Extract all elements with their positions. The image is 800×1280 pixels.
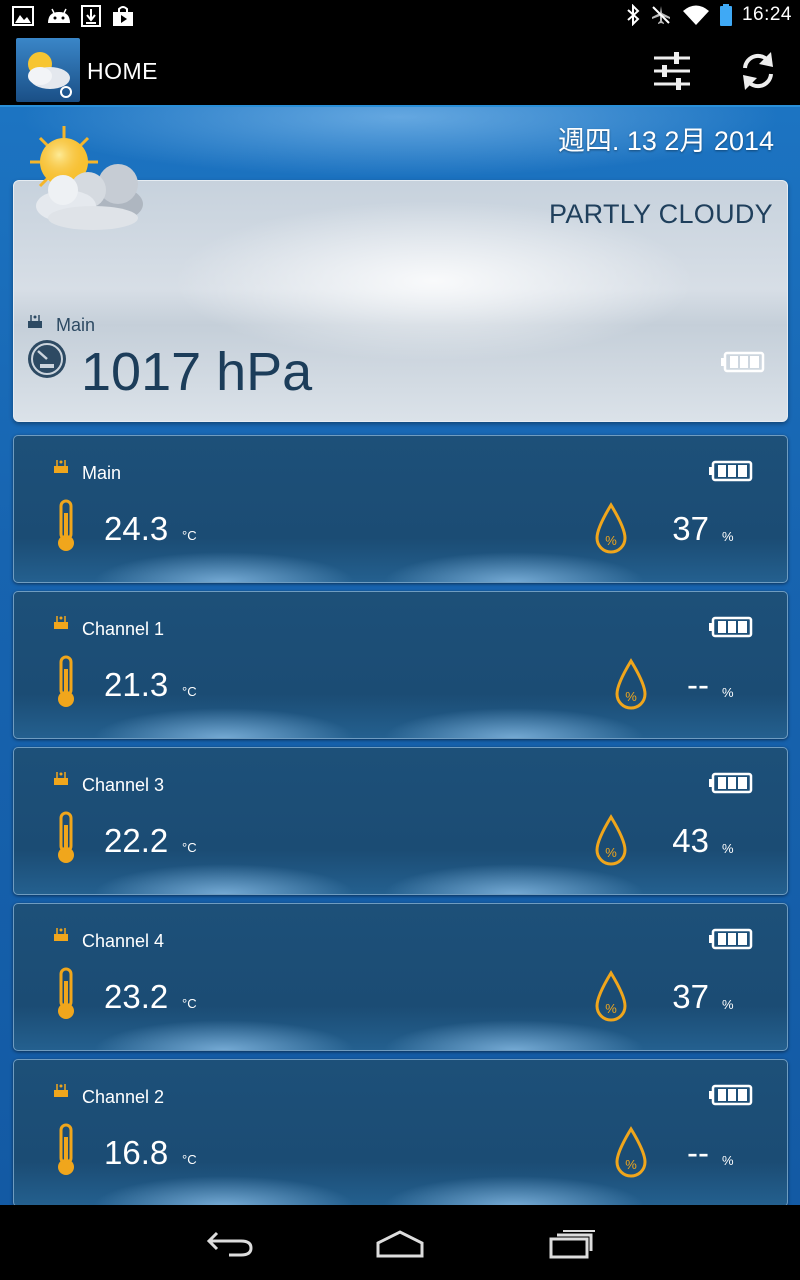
partly-cloudy-icon: [18, 122, 148, 242]
temperature-value: 23.2: [104, 978, 169, 1015]
svg-text:%: %: [605, 533, 617, 548]
humidity-unit: %: [722, 685, 734, 700]
battery-icon: [719, 4, 732, 26]
sensor-label: Channel 3: [82, 775, 165, 795]
battery-level-icon: [709, 928, 753, 950]
battery-level-icon: [721, 351, 765, 373]
status-bar: 16:24: [0, 0, 800, 33]
app-title: HOME: [87, 58, 158, 84]
humidity-drop-icon: %: [595, 502, 627, 554]
airplane-off-icon: [651, 6, 670, 24]
station-icon: [28, 315, 42, 328]
wifi-icon: [682, 5, 709, 25]
sensor-card[interactable]: Channel 1 21.3 °C% --%: [13, 591, 788, 739]
status-time: 16:24: [741, 4, 792, 25]
navigation-bar: [0, 1205, 800, 1280]
humidity-unit: %: [722, 1153, 734, 1168]
thermometer-icon: [58, 1123, 74, 1175]
battery-level-icon: [709, 772, 753, 794]
humidity-unit: %: [722, 997, 734, 1012]
svg-text:%: %: [625, 1157, 637, 1172]
barometer-station-label: Main: [56, 315, 96, 335]
app-logo-icon[interactable]: [16, 38, 80, 102]
image-icon: [12, 6, 34, 26]
thermometer-icon: [58, 499, 74, 551]
battery-level-icon: [709, 460, 753, 482]
sensor-card[interactable]: Channel 3 22.2 °C% 43%: [13, 747, 788, 895]
android-icon: [48, 8, 70, 23]
humidity-value: --: [687, 666, 709, 703]
temperature-unit: °C: [182, 684, 197, 699]
humidity-value: 37: [672, 510, 709, 547]
thermometer-icon: [58, 655, 74, 707]
svg-text:%: %: [625, 689, 637, 704]
date-label: 週四. 13 2月 2014: [557, 126, 774, 156]
recent-apps-icon[interactable]: [547, 1229, 597, 1259]
station-icon: [54, 772, 68, 785]
settings-sliders-icon: [654, 52, 690, 90]
temperature-unit: °C: [182, 1152, 197, 1167]
barometer-gauge-icon: [28, 340, 66, 378]
humidity-value: 43: [672, 822, 709, 859]
refresh-button[interactable]: [735, 48, 781, 94]
temperature-value: 16.8: [104, 1134, 169, 1171]
humidity-value: 37: [672, 978, 709, 1015]
sensor-label: Channel 4: [82, 931, 165, 951]
battery-level-icon: [709, 1084, 753, 1106]
pressure-value: 1017 hPa: [81, 342, 313, 402]
svg-text:%: %: [605, 845, 617, 860]
sensor-label: Main: [82, 463, 122, 483]
weather-condition: PARTLY CLOUDY: [549, 199, 773, 229]
temperature-value: 24.3: [104, 510, 169, 547]
thermometer-icon: [58, 811, 74, 863]
battery-level-icon: [709, 616, 753, 638]
station-icon: [54, 928, 68, 941]
store-icon: [113, 6, 133, 26]
svg-text:%: %: [605, 1001, 617, 1016]
sensor-card[interactable]: Channel 2 16.8 °C% --%: [13, 1059, 788, 1205]
action-bar: HOME: [0, 33, 800, 107]
thermometer-icon: [58, 967, 74, 1019]
temperature-unit: °C: [182, 840, 197, 855]
sensor-card[interactable]: Channel 4 23.2 °C% 37%: [13, 903, 788, 1051]
bluetooth-icon: [627, 4, 640, 26]
humidity-drop-icon: %: [595, 970, 627, 1022]
sensor-label: Channel 2: [82, 1087, 165, 1107]
station-icon: [54, 1084, 68, 1097]
humidity-unit: %: [722, 529, 734, 544]
humidity-value: --: [687, 1134, 709, 1171]
settings-sliders-button[interactable]: [650, 50, 696, 92]
humidity-drop-icon: %: [595, 814, 627, 866]
home-icon[interactable]: [374, 1229, 426, 1259]
temperature-unit: °C: [182, 528, 197, 543]
temperature-value: 22.2: [104, 822, 169, 859]
station-icon: [54, 460, 68, 473]
sensor-card[interactable]: Main 24.3 °C% 37%: [13, 435, 788, 583]
download-icon: [81, 5, 101, 27]
main-content[interactable]: 週四. 13 2月 2014 PARTLY CLOUDY Main 1017 h…: [0, 107, 800, 1205]
back-icon[interactable]: [205, 1229, 255, 1259]
station-icon: [54, 616, 68, 629]
sensor-label: Channel 1: [82, 619, 165, 639]
temperature-value: 21.3: [104, 666, 169, 703]
refresh-icon: [743, 52, 773, 90]
temperature-unit: °C: [182, 996, 197, 1011]
humidity-unit: %: [722, 841, 734, 856]
